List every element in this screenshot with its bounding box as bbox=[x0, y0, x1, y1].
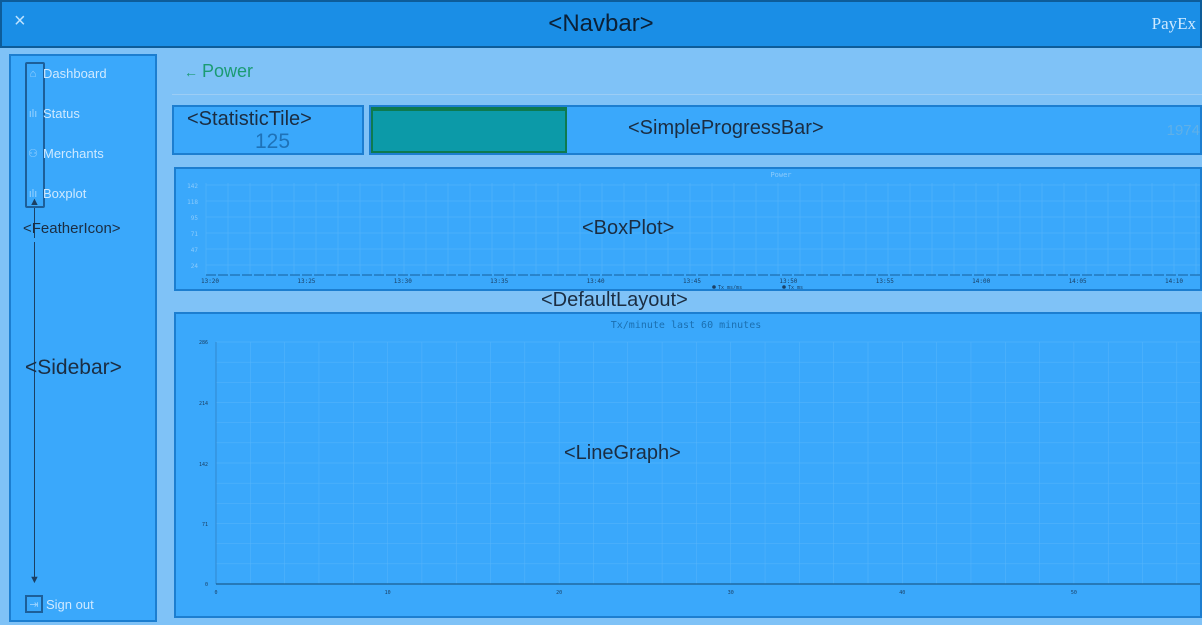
y-tick-label: 118 bbox=[187, 199, 198, 206]
progress-fill bbox=[371, 107, 567, 153]
x-tick-label: 14:05 bbox=[1069, 278, 1087, 285]
x-tick-label: 13:45 bbox=[683, 278, 701, 285]
y-tick-label: 71 bbox=[202, 522, 208, 528]
line-chart: 286 214 142 71 00 10 20 30 40 50 Tx/minute last 60… bbox=[199, 320, 1200, 596]
y-tick-label: 24 bbox=[191, 263, 199, 270]
x-tick-label: 13:25 bbox=[297, 278, 315, 285]
statistic-tile: 125 <StatisticTile> bbox=[172, 105, 364, 155]
y-tick-label: 286 bbox=[199, 340, 208, 346]
x-tick-label: 20 bbox=[556, 590, 562, 596]
boxplot-label: <BoxPlot> bbox=[582, 217, 675, 239]
x-tick-label: 13:30 bbox=[394, 278, 412, 285]
legend-marker bbox=[782, 285, 786, 289]
x-tick-label: 50 bbox=[1071, 590, 1077, 596]
boxplot-chart: 142 118 95 71 47 24 Power 13:20 13:25 13:30 13:35 1… bbox=[187, 171, 1200, 289]
navbar-label: <Navbar> bbox=[548, 10, 654, 37]
page-title: ← Power bbox=[184, 61, 253, 82]
x-tick-label: 13:50 bbox=[779, 278, 797, 285]
statistic-tile-label: <StatisticTile> bbox=[187, 108, 312, 130]
sidebar-item-label: Merchants bbox=[43, 146, 104, 161]
y-tick-label: 214 bbox=[199, 401, 208, 407]
sidebar-item-status[interactable]: ılı Status bbox=[26, 106, 80, 121]
brand-logo[interactable]: PayEx bbox=[1152, 14, 1196, 34]
y-tick-label: 47 bbox=[191, 247, 199, 254]
x-tick-label: 30 bbox=[728, 590, 734, 596]
progress-bar-label: <SimpleProgressBar> bbox=[628, 117, 824, 139]
y-tick-label: 0 bbox=[205, 582, 208, 588]
y-tick-label: 95 bbox=[191, 215, 199, 222]
users-icon: ⚇ bbox=[28, 148, 38, 160]
navbar: × <Navbar> PayEx bbox=[0, 0, 1202, 48]
annotation-arrow bbox=[34, 242, 35, 578]
feather-icon-label: <FeatherIcon> bbox=[23, 220, 121, 237]
default-layout-label: <DefaultLayout> bbox=[541, 289, 688, 311]
x-tick-label: 40 bbox=[899, 590, 905, 596]
sidebar-item-label: Status bbox=[43, 106, 80, 121]
y-tick-label: 142 bbox=[187, 183, 198, 190]
linegraph-label: <LineGraph> bbox=[564, 442, 681, 464]
progress-total: 1974 bbox=[1166, 122, 1200, 139]
x-tick-label: 13:35 bbox=[490, 278, 508, 285]
chart-title: Power bbox=[770, 171, 791, 179]
arrow-up-icon: ▲ bbox=[29, 196, 40, 208]
log-out-icon: ⇥ bbox=[25, 595, 43, 613]
sidebar-item-label: Dashboard bbox=[43, 66, 107, 81]
x-tick-label: 13:20 bbox=[201, 278, 219, 285]
y-tick-label: 71 bbox=[191, 231, 199, 238]
arrow-down-icon: ▼ bbox=[29, 574, 40, 586]
close-icon[interactable]: × bbox=[14, 10, 26, 33]
sidebar: ⌂ Dashboard ılı Status ⚇ Merchants ılı B… bbox=[9, 54, 157, 622]
x-tick-label: 0 bbox=[214, 590, 217, 596]
sidebar-label: <Sidebar> bbox=[25, 356, 122, 379]
sign-out-button[interactable]: ⇥ Sign out bbox=[25, 595, 94, 613]
x-tick-label: 13:55 bbox=[876, 278, 894, 285]
home-icon: ⌂ bbox=[29, 67, 37, 80]
boxplot-panel: 142 118 95 71 47 24 Power 13:20 13:25 13:30 13:35 1… bbox=[174, 167, 1202, 291]
legend-entry: Tx ms bbox=[788, 285, 803, 289]
sign-out-label: Sign out bbox=[46, 596, 94, 612]
bar-chart-icon: ılı bbox=[28, 107, 38, 120]
legend-marker bbox=[712, 285, 716, 289]
simple-progress-bar: <SimpleProgressBar> 1974 bbox=[369, 105, 1202, 155]
y-tick-label: 142 bbox=[199, 462, 208, 468]
x-tick-label: 14:10 bbox=[1165, 278, 1183, 285]
x-tick-label: 14:00 bbox=[972, 278, 990, 285]
sidebar-item-dashboard[interactable]: ⌂ Dashboard bbox=[26, 66, 107, 81]
x-tick-label: 13:40 bbox=[587, 278, 605, 285]
divider bbox=[172, 94, 1202, 95]
sidebar-item-label: Boxplot bbox=[43, 186, 87, 201]
arrow-left-icon[interactable]: ← bbox=[184, 64, 198, 80]
legend-entry: Tx ms/ms bbox=[718, 285, 742, 289]
chart-title: Tx/minute last 60 minutes bbox=[611, 320, 762, 331]
page-title-text: Power bbox=[202, 61, 254, 81]
x-tick-label: 10 bbox=[385, 590, 391, 596]
linegraph-panel: 286 214 142 71 0 0 10 20 30 40 50 Tx/minute last 60… bbox=[174, 312, 1202, 618]
sidebar-item-merchants[interactable]: ⚇ Merchants bbox=[26, 146, 104, 161]
statistic-value: 125 bbox=[255, 130, 291, 153]
